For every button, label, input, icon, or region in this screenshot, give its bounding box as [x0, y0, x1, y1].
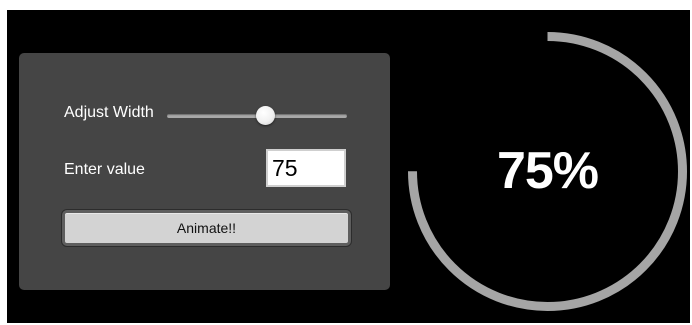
width-slider[interactable]	[167, 105, 347, 127]
adjust-width-label: Adjust Width	[64, 104, 154, 121]
enter-value-label: Enter value	[64, 161, 145, 178]
value-input[interactable]	[266, 149, 346, 187]
gauge-percent-text: 75%	[496, 142, 599, 200]
animate-button[interactable]: Animate!!	[62, 210, 351, 246]
progress-gauge: 75%	[404, 28, 690, 315]
slider-thumb[interactable]	[255, 106, 275, 125]
control-panel: Adjust Width Enter value Animate!!	[19, 53, 390, 290]
stage: Adjust Width Enter value Animate!! 75%	[7, 10, 690, 323]
